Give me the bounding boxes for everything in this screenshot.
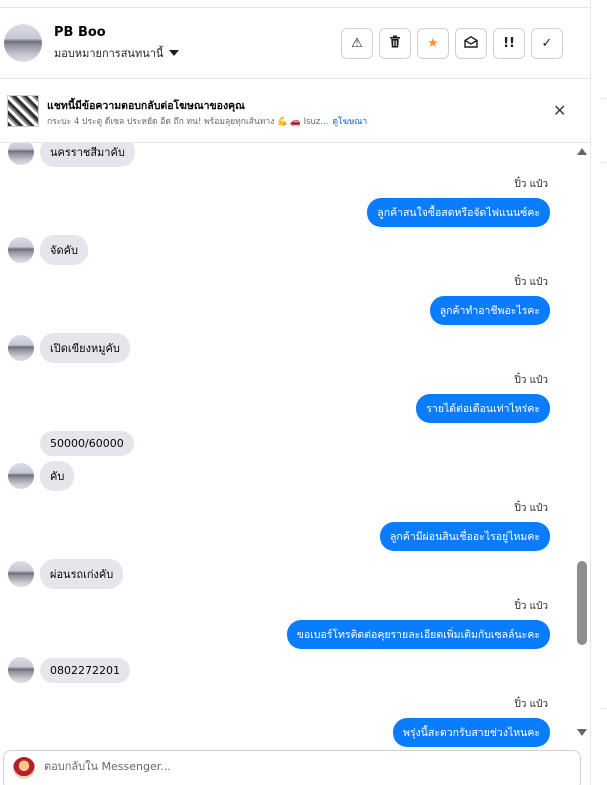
message-bubble[interactable]: นครราชสีมาคับ — [40, 143, 135, 167]
contact-avatar-small — [8, 561, 34, 587]
sender-name: ปิ๋ว แป๋ว — [514, 601, 548, 612]
check-icon: ✓ — [541, 36, 553, 51]
assign-label: มอบหมายการสนทนานี้ — [54, 47, 164, 60]
incoming-message: ผ่อนรถเก่งคับ — [8, 559, 124, 589]
banner-description-row: กระบะ 4 ประตู ดีเซล ประหยัด อีด ถึก ทน! … — [47, 114, 367, 128]
warning-icon: ⚠ — [351, 36, 363, 51]
follow-up-icon: !! — [503, 36, 515, 51]
message-bubble[interactable]: คับ — [40, 461, 75, 491]
mark-unread-button[interactable] — [455, 28, 487, 59]
assign-conversation-dropdown[interactable]: มอบหมายการสนทนานี้ — [54, 44, 180, 62]
scroll-up-arrow-icon[interactable] — [577, 148, 587, 155]
panel-divider — [601, 708, 607, 709]
ad-reply-banner: แชทนี้มีข้อความตอบกลับต่อโฆษณาของคุณ กระ… — [0, 79, 590, 143]
reply-composer — [3, 750, 581, 785]
star-button[interactable]: ★ — [417, 28, 449, 59]
incoming-message: คับ — [8, 461, 75, 491]
incoming-message: 0802272201 — [8, 657, 130, 683]
incoming-message: เปิดเขียงหมูคับ — [8, 333, 130, 363]
scroll-down-arrow-icon[interactable] — [577, 729, 587, 736]
banner-title: แชทนี้มีข้อความตอบกลับต่อโฆษณาของคุณ — [47, 100, 245, 112]
sender-name: ปิ๋ว แป๋ว — [514, 375, 548, 386]
message-bubble[interactable]: ลูกค้าสนใจซื้อสดหรือจัดไฟแนนซ์คะ — [367, 198, 550, 227]
contact-avatar-small — [8, 657, 34, 683]
page-avatar — [13, 757, 35, 779]
message-bubble[interactable]: ลูกค้าทำอาชีพอะไรคะ — [429, 296, 550, 325]
outgoing-message: ปิ๋ว แป๋ว ลูกค้าทำอาชีพอะไรคะ — [429, 275, 550, 325]
caret-down-icon — [169, 50, 180, 56]
close-icon[interactable]: ✕ — [553, 101, 566, 120]
panel-divider — [601, 98, 607, 99]
contact-avatar-small — [8, 335, 34, 361]
outgoing-message: ปิ๋ว แป๋ว ลูกค้าสนใจซื้อสดหรือจัดไฟแนนซ์… — [367, 177, 550, 227]
report-spam-button[interactable]: ⚠ — [341, 28, 373, 59]
message-bubble[interactable]: ขอเบอร์โทรติดต่อคุยรายละเอียดเพิ่มเติมกั… — [286, 620, 550, 649]
panel-divider — [601, 162, 607, 163]
message-bubble[interactable]: รายได้ต่อเดือนเท่าไหร่คะ — [416, 394, 550, 423]
message-bubble[interactable]: ลูกค้ามีผ่อนสินเชื่ออะไรอยู่ไหมคะ — [380, 522, 550, 551]
incoming-message: 50000/60000 — [8, 431, 134, 456]
ad-thumbnail — [7, 95, 39, 127]
message-bubble[interactable]: 50000/60000 — [40, 431, 134, 456]
contact-avatar[interactable] — [4, 24, 42, 62]
banner-description: กระบะ 4 ประตู ดีเซล ประหยัด อีด ถึก ทน! … — [47, 117, 329, 127]
sender-name: ปิ๋ว แป๋ว — [514, 179, 548, 190]
view-ad-link[interactable]: ดูโฆษณา — [333, 117, 368, 127]
mark-unread-icon — [464, 35, 478, 52]
message-thread[interactable]: นครราชสีมาคับ ปิ๋ว แป๋ว ลูกค้าสนใจซื้อสด… — [0, 143, 590, 748]
message-bubble[interactable]: ผ่อนรถเก่งคับ — [40, 559, 124, 589]
scrollbar-thumb[interactable] — [577, 561, 587, 645]
trash-icon — [389, 35, 401, 52]
outgoing-message: ปิ๋ว แป๋ว พรุ่งนี้สะดวกรับสายช่วงไหนคะ — [393, 697, 550, 747]
adjacent-panel-edge — [590, 0, 607, 785]
outgoing-message: ปิ๋ว แป๋ว รายได้ต่อเดือนเท่าไหร่คะ — [416, 373, 550, 423]
message-bubble[interactable]: พรุ่งนี้สะดวกรับสายช่วงไหนคะ — [393, 718, 550, 747]
sender-name: ปิ๋ว แป๋ว — [514, 699, 548, 710]
delete-button[interactable] — [379, 28, 411, 59]
reply-input[interactable] — [44, 760, 564, 773]
conversation-header: PB Boo มอบหมายการสนทนานี้ ⚠ ★ !! ✓ — [0, 8, 590, 79]
message-bubble[interactable]: เปิดเขียงหมูคับ — [40, 333, 130, 363]
follow-up-button[interactable]: !! — [493, 28, 525, 59]
contact-name[interactable]: PB Boo — [54, 25, 106, 40]
incoming-message: นครราชสีมาคับ — [8, 143, 135, 167]
mark-done-button[interactable]: ✓ — [531, 28, 563, 59]
message-bubble[interactable]: จัดคับ — [40, 235, 88, 265]
outgoing-message: ปิ๋ว แป๋ว ลูกค้ามีผ่อนสินเชื่ออะไรอยู่ไห… — [380, 501, 550, 551]
contact-avatar-small — [8, 237, 34, 263]
outgoing-message: ปิ๋ว แป๋ว ขอเบอร์โทรติดต่อคุยรายละเอียดเ… — [286, 599, 550, 649]
contact-avatar-small — [8, 463, 34, 489]
incoming-message: จัดคับ — [8, 235, 88, 265]
sender-name: ปิ๋ว แป๋ว — [514, 277, 548, 288]
star-icon: ★ — [427, 36, 439, 51]
message-bubble[interactable]: 0802272201 — [40, 657, 130, 683]
contact-avatar-small — [8, 143, 34, 165]
sender-name: ปิ๋ว แป๋ว — [514, 503, 548, 514]
